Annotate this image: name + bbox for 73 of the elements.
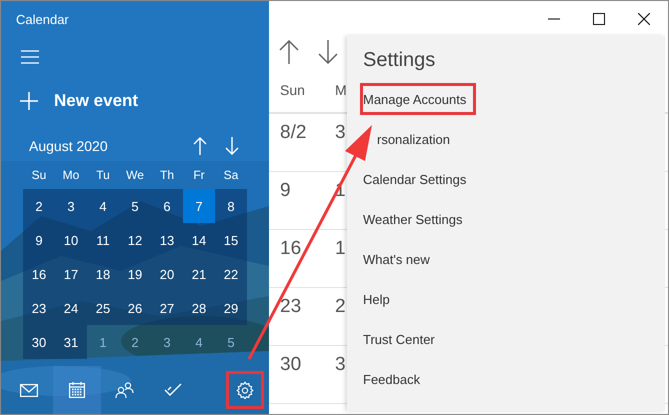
day-cell[interactable]: 22: [215, 257, 247, 291]
day-cell[interactable]: 27: [151, 291, 183, 325]
weekday-label: Fr: [192, 167, 206, 184]
menu-icon[interactable]: [21, 50, 39, 64]
day-cell[interactable]: 8: [215, 189, 247, 223]
menu-item[interactable]: rsonalization: [377, 129, 460, 149]
day-cell[interactable]: 18: [87, 257, 119, 291]
panel-title: Settings: [363, 49, 436, 72]
close-icon[interactable]: [638, 12, 650, 24]
day-cell[interactable]: 26: [119, 291, 151, 325]
menu-item[interactable]: Weather Settings: [360, 209, 472, 229]
settings-icon[interactable]: [226, 371, 264, 409]
day-cell[interactable]: 23: [23, 291, 55, 325]
day-cell[interactable]: 20: [151, 257, 183, 291]
month-label: August 2020: [29, 138, 109, 154]
weekday-label: Su: [30, 167, 48, 184]
menu-item[interactable]: Trust Center: [360, 329, 445, 349]
date-cell: 3: [335, 354, 346, 376]
day-cell[interactable]: 6: [151, 189, 183, 223]
day-cell[interactable]: 5: [215, 325, 247, 359]
date-cell-text: 23: [279, 296, 302, 318]
day-cell[interactable]: 17: [55, 257, 87, 291]
menu-item[interactable]: Calendar Settings: [360, 169, 476, 189]
day-cell[interactable]: 2: [23, 189, 55, 223]
day-header: M: [335, 82, 347, 98]
date-cell: 1: [335, 238, 346, 260]
day-cell[interactable]: 2: [119, 325, 151, 359]
day-cell[interactable]: 3: [151, 325, 183, 359]
menu-item[interactable]: Help: [360, 289, 400, 309]
date-cell-text: 30: [279, 354, 302, 376]
new-event-button[interactable]: New event: [20, 91, 138, 111]
day-cell[interactable]: 9: [23, 223, 55, 257]
weekday-label: We: [125, 167, 145, 184]
minimize-icon[interactable]: [548, 18, 560, 20]
day-cell[interactable]: 19: [119, 257, 151, 291]
day-cell[interactable]: 16: [23, 257, 55, 291]
day-cell[interactable]: 4: [183, 325, 215, 359]
up-arrow-icon[interactable]: [279, 40, 299, 64]
menu-item[interactable]: Manage Accounts: [360, 83, 476, 115]
weekday-label: Th: [158, 167, 175, 184]
weekday-label: Tu: [95, 167, 111, 184]
menu-item[interactable]: Feedback: [360, 369, 430, 389]
day-cell[interactable]: 13: [151, 223, 183, 257]
weekday-label: Mo: [62, 167, 80, 184]
menu-item[interactable]: What's new: [360, 249, 440, 269]
date-cell-text: 9: [279, 180, 292, 202]
date-cell: 2: [335, 296, 346, 318]
maximize-icon[interactable]: [592, 12, 604, 24]
plus-icon: [20, 92, 38, 110]
down-arrow-icon[interactable]: [318, 40, 338, 64]
date-cell-text: 16: [279, 238, 302, 260]
day-cell[interactable]: 29: [215, 291, 247, 325]
day-cell[interactable]: 7: [183, 189, 215, 223]
day-cell[interactable]: 5: [119, 189, 151, 223]
weekday-label: Sa: [222, 167, 240, 184]
date-cell: 3: [335, 122, 346, 144]
day-cell[interactable]: 24: [55, 291, 87, 325]
day-cell[interactable]: 28: [183, 291, 215, 325]
day-cell[interactable]: 11: [87, 223, 119, 257]
day-cell[interactable]: 3: [55, 189, 87, 223]
day-cell[interactable]: 14: [183, 223, 215, 257]
day-cell[interactable]: 4: [87, 189, 119, 223]
day-cell[interactable]: 21: [183, 257, 215, 291]
day-cell[interactable]: 30: [23, 325, 55, 359]
day-cell[interactable]: 31: [55, 325, 87, 359]
day-header: Sun: [279, 82, 306, 98]
day-cell[interactable]: 10: [55, 223, 87, 257]
date-cell-text: 8/2: [279, 122, 308, 144]
calendar-icon[interactable]: [53, 366, 101, 414]
day-cell[interactable]: 25: [87, 291, 119, 325]
day-cell[interactable]: 15: [215, 223, 247, 257]
window-title: Calendar: [16, 12, 70, 29]
day-cell[interactable]: 12: [119, 223, 151, 257]
